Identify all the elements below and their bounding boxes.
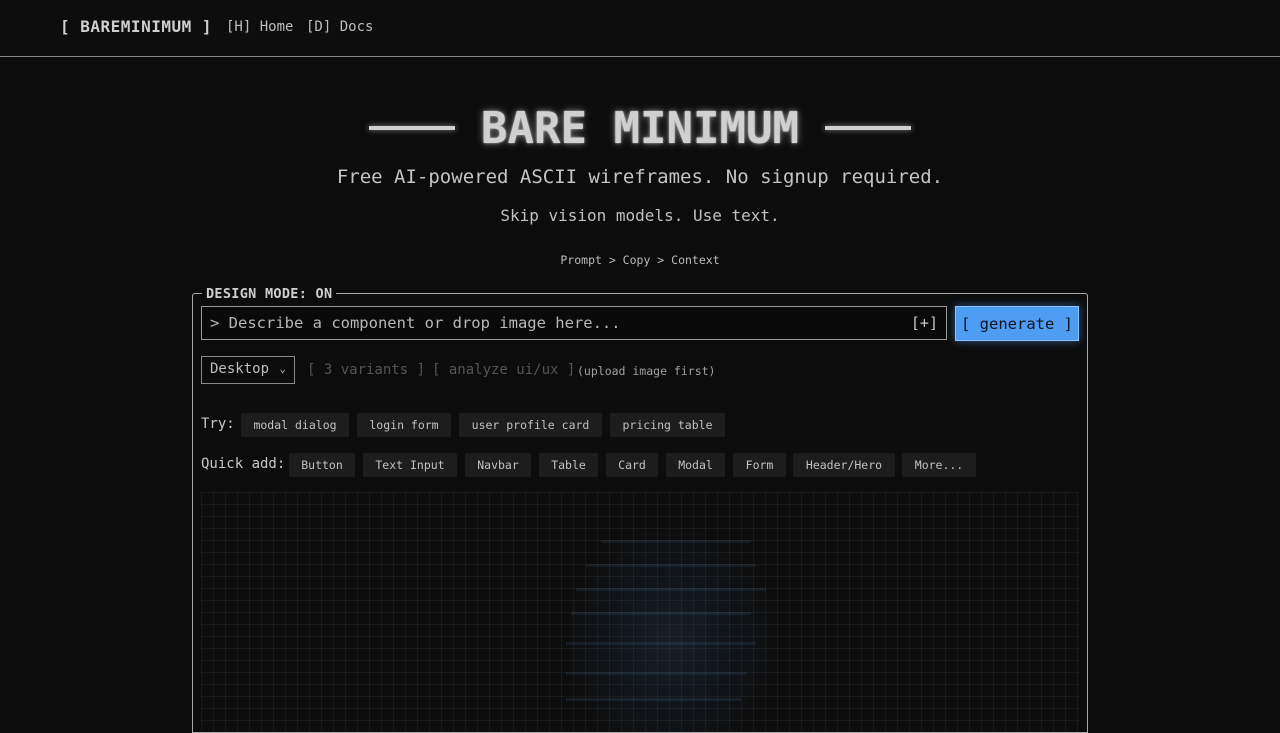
hero-title: BARE MINIMUM <box>0 103 1280 154</box>
try-label: Try: <box>201 416 235 432</box>
nav-docs-link[interactable]: [D] Docs <box>306 19 373 35</box>
canvas-placeholder-graphic <box>571 532 771 732</box>
wireframe-canvas[interactable] <box>201 492 1079 732</box>
chevron-down-icon: ⌄ <box>279 362 286 375</box>
quick-add-more[interactable]: More... <box>902 453 976 477</box>
quick-add-form[interactable]: Form <box>733 453 786 477</box>
quick-add-button[interactable]: Button <box>289 453 355 477</box>
attach-image-button[interactable]: [+] <box>911 314 938 332</box>
quick-add-text-input[interactable]: Text Input <box>363 453 457 477</box>
try-chip-modal-dialog[interactable]: modal dialog <box>241 413 349 437</box>
quick-add-table[interactable]: Table <box>539 453 598 477</box>
quick-add-label: Quick add: <box>201 456 286 472</box>
hero-subtitle: Free AI-powered ASCII wireframes. No sig… <box>336 166 944 188</box>
brand-logo[interactable]: [ BAREMINIMUM ] <box>60 17 212 36</box>
canvas-ghost-line <box>571 612 751 615</box>
analyze-hint: (upload image first) <box>577 364 716 378</box>
title-dash-right <box>824 126 911 130</box>
variants-toggle[interactable]: [ 3 variants ] <box>307 362 425 378</box>
quick-add-card[interactable]: Card <box>606 453 658 477</box>
canvas-ghost-line <box>576 588 766 591</box>
device-select[interactable]: Desktop ⌄ <box>201 356 295 384</box>
prompt-box: [+] <box>201 306 947 340</box>
canvas-ghost-line <box>566 672 746 675</box>
quick-add-modal[interactable]: Modal <box>666 453 725 477</box>
canvas-ghost-line <box>601 540 751 543</box>
try-chip-pricing-table[interactable]: pricing table <box>610 413 725 437</box>
analyze-ui-button[interactable]: [ analyze ui/ux ] <box>432 362 575 378</box>
try-chip-login-form[interactable]: login form <box>357 413 451 437</box>
canvas-ghost-line <box>566 642 756 645</box>
top-navbar: [ BAREMINIMUM ] [H] Home [D] Docs <box>0 0 1280 57</box>
hero-title-text: BARE MINIMUM <box>481 103 799 154</box>
design-mode-label: DESIGN MODE: ON <box>202 286 337 302</box>
prompt-input[interactable] <box>202 307 892 339</box>
design-panel: DESIGN MODE: ON [+] [ generate ] Desktop… <box>192 286 1088 733</box>
device-select-value: Desktop <box>210 361 270 377</box>
quick-add-header-hero[interactable]: Header/Hero <box>793 453 895 477</box>
try-chip-user-profile-card[interactable]: user profile card <box>459 413 602 437</box>
generate-button[interactable]: [ generate ] <box>955 306 1079 341</box>
workflow-steps: Prompt > Copy > Context <box>560 253 720 267</box>
nav-home-link[interactable]: [H] Home <box>226 19 293 35</box>
title-dash-left <box>369 126 456 130</box>
canvas-ghost-line <box>586 564 756 567</box>
quick-add-navbar[interactable]: Navbar <box>465 453 531 477</box>
hero-tagline: Skip vision models. Use text. <box>500 206 780 225</box>
canvas-ghost-line <box>566 698 741 701</box>
